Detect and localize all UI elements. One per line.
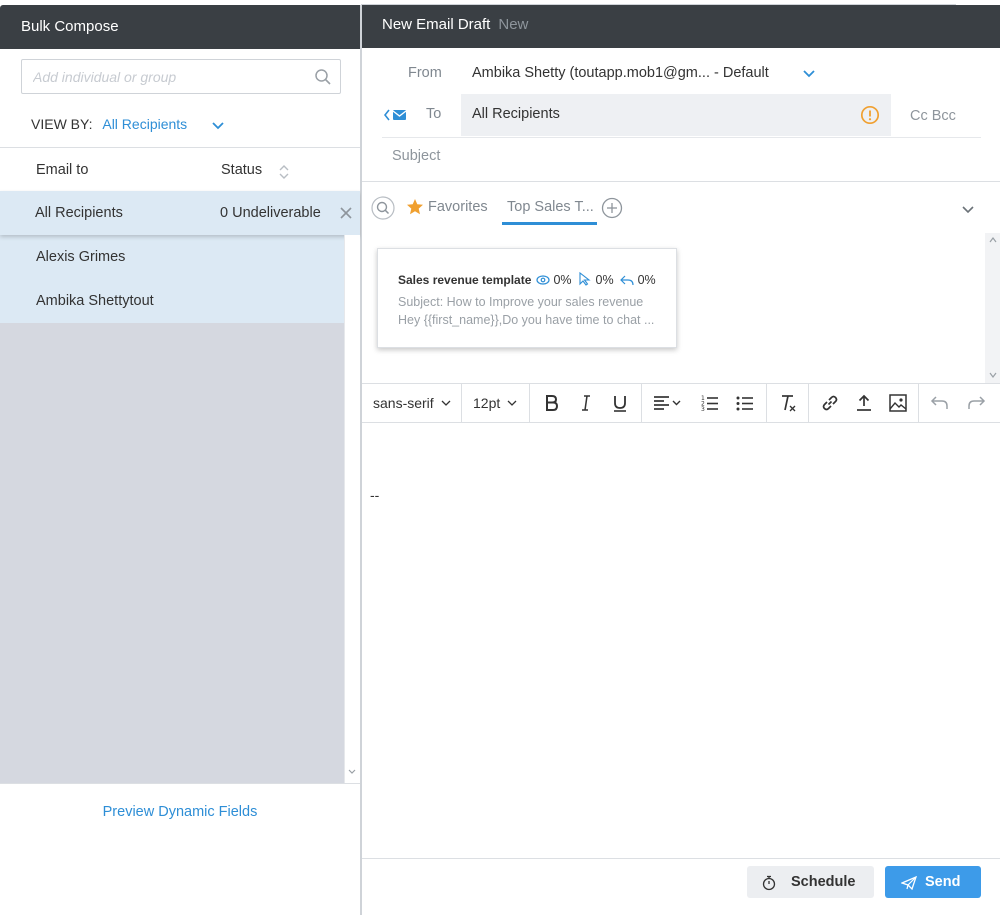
toolbar-divider (529, 384, 530, 422)
template-list-scrollbar[interactable] (985, 233, 1000, 383)
bulk-compose-panel: Bulk Compose VIEW BY: All Recipients Ema… (0, 5, 361, 915)
undeliverable-status: 0 Undeliverable (220, 205, 321, 221)
chevron-down-icon[interactable] (801, 66, 817, 82)
toolbar-divider (641, 384, 642, 422)
template-body-preview: Hey {{first_name}},Do you have time to c… (398, 313, 655, 327)
preview-dynamic-fields-link[interactable]: Preview Dynamic Fields (0, 804, 360, 820)
to-recipients-value: All Recipients (472, 106, 560, 122)
paper-plane-icon (901, 876, 917, 890)
schedule-label: Schedule (791, 874, 856, 890)
clear-formatting-icon[interactable] (778, 393, 798, 413)
font-family-select[interactable]: sans-serif (362, 384, 460, 422)
tab-top-sales[interactable]: Top Sales T... (502, 199, 597, 225)
redo-icon[interactable] (966, 393, 986, 413)
recipient-name: Ambika Shettytout (36, 293, 154, 309)
view-by: VIEW BY: All Recipients (31, 116, 187, 132)
all-recipients-row[interactable]: All Recipients 0 Undeliverable (0, 191, 360, 235)
template-subject: Subject: How to Improve your sales reven… (398, 295, 644, 309)
recipient-name: Alexis Grimes (36, 249, 126, 265)
to-field[interactable]: All Recipients (461, 94, 891, 136)
reply-icon (620, 275, 634, 286)
stopwatch-icon (762, 875, 776, 891)
scroll-up-arrow-icon[interactable] (988, 236, 998, 244)
search-icon[interactable] (314, 68, 332, 86)
recipient-table-header: Email to Status (0, 147, 360, 191)
click-rate: 0% (595, 273, 614, 287)
list-item[interactable]: Alexis Grimes (0, 235, 344, 279)
toolbar-divider (766, 384, 767, 422)
draft-actions: Schedule Send (362, 858, 1000, 915)
upload-icon[interactable] (854, 393, 874, 413)
draft-status-badge: New (498, 16, 529, 33)
subject-field[interactable]: Subject (382, 137, 981, 179)
column-email-to: Email to (36, 162, 89, 178)
sort-icon[interactable] (278, 163, 290, 181)
reply-rate: 0% (637, 273, 656, 287)
from-select[interactable]: Ambika Shetty (toutapp.mob1@gm... - Defa… (472, 65, 769, 81)
chevron-down-icon (507, 400, 517, 406)
font-family-value: sans-serif (373, 395, 434, 411)
draft-header: New Email Draft New (362, 5, 1000, 48)
link-icon[interactable] (820, 393, 840, 413)
editor-toolbar: sans-serif 12pt 1 2 3 (362, 383, 1000, 423)
toolbar-divider (918, 384, 919, 422)
italic-icon[interactable] (576, 393, 596, 413)
cursor-icon (579, 271, 591, 286)
add-circle-icon[interactable] (601, 197, 623, 219)
warning-icon[interactable] (860, 105, 880, 125)
email-body-editor[interactable]: -- (362, 423, 1000, 859)
all-recipients-label: All Recipients (35, 205, 123, 221)
recipient-list-scrollbar[interactable] (344, 235, 360, 783)
recipient-search[interactable] (21, 59, 341, 94)
bulk-compose-footer: Preview Dynamic Fields (0, 783, 360, 915)
align-left-icon[interactable] (652, 393, 682, 413)
underline-icon[interactable] (610, 393, 630, 413)
to-row: To All Recipients Cc Bcc (382, 94, 981, 136)
signature-separator: -- (370, 487, 380, 503)
chevron-down-icon[interactable] (210, 118, 226, 134)
toolbar-divider (808, 384, 809, 422)
image-icon[interactable] (888, 393, 908, 413)
template-list: Sales revenue template 0% 0% 0% Subject:… (362, 233, 1000, 383)
recipient-search-input[interactable] (22, 60, 302, 93)
template-title: Sales revenue template (398, 273, 532, 287)
template-bar: Favorites Top Sales T... (362, 181, 1000, 233)
chevron-down-icon[interactable] (960, 202, 976, 218)
bold-icon[interactable] (541, 393, 561, 413)
scroll-down-arrow-icon[interactable] (988, 371, 998, 379)
search-icon[interactable] (371, 196, 395, 220)
to-label: To (426, 106, 442, 122)
open-rate: 0% (553, 273, 572, 287)
draft-title: New Email Draft (382, 16, 491, 33)
scroll-down-arrow-icon[interactable] (347, 767, 357, 777)
send-button[interactable]: Send (885, 866, 981, 898)
star-icon (407, 199, 423, 215)
subject-placeholder: Subject (392, 148, 441, 164)
view-by-value[interactable]: All Recipients (102, 116, 187, 132)
from-label: From (408, 65, 442, 81)
chevron-down-icon (441, 400, 451, 406)
undo-icon[interactable] (930, 393, 950, 413)
view-by-label: VIEW BY: (31, 116, 93, 132)
bulk-compose-title: Bulk Compose (0, 5, 360, 49)
template-stats: 0% 0% 0% (536, 271, 656, 287)
close-icon[interactable] (338, 205, 354, 221)
svg-text:3: 3 (701, 406, 705, 413)
list-item[interactable]: Ambika Shettytout (0, 279, 344, 323)
email-group-icon[interactable] (384, 107, 408, 123)
send-label: Send (925, 874, 961, 890)
cc-bcc-toggle[interactable]: Cc Bcc (910, 108, 956, 124)
template-card[interactable]: Sales revenue template 0% 0% 0% Subject:… (377, 248, 677, 348)
font-size-value: 12pt (473, 395, 501, 411)
numbered-list-icon[interactable]: 1 2 3 (700, 393, 720, 413)
bullet-list-icon[interactable] (735, 393, 755, 413)
schedule-button[interactable]: Schedule (747, 866, 874, 898)
column-status[interactable]: Status (221, 162, 262, 178)
font-size-select[interactable]: 12pt (462, 384, 528, 422)
tab-favorites[interactable]: Favorites (428, 199, 488, 215)
email-draft-panel: New Email Draft New From Ambika Shetty (t… (361, 5, 1000, 915)
eye-icon (536, 275, 550, 285)
